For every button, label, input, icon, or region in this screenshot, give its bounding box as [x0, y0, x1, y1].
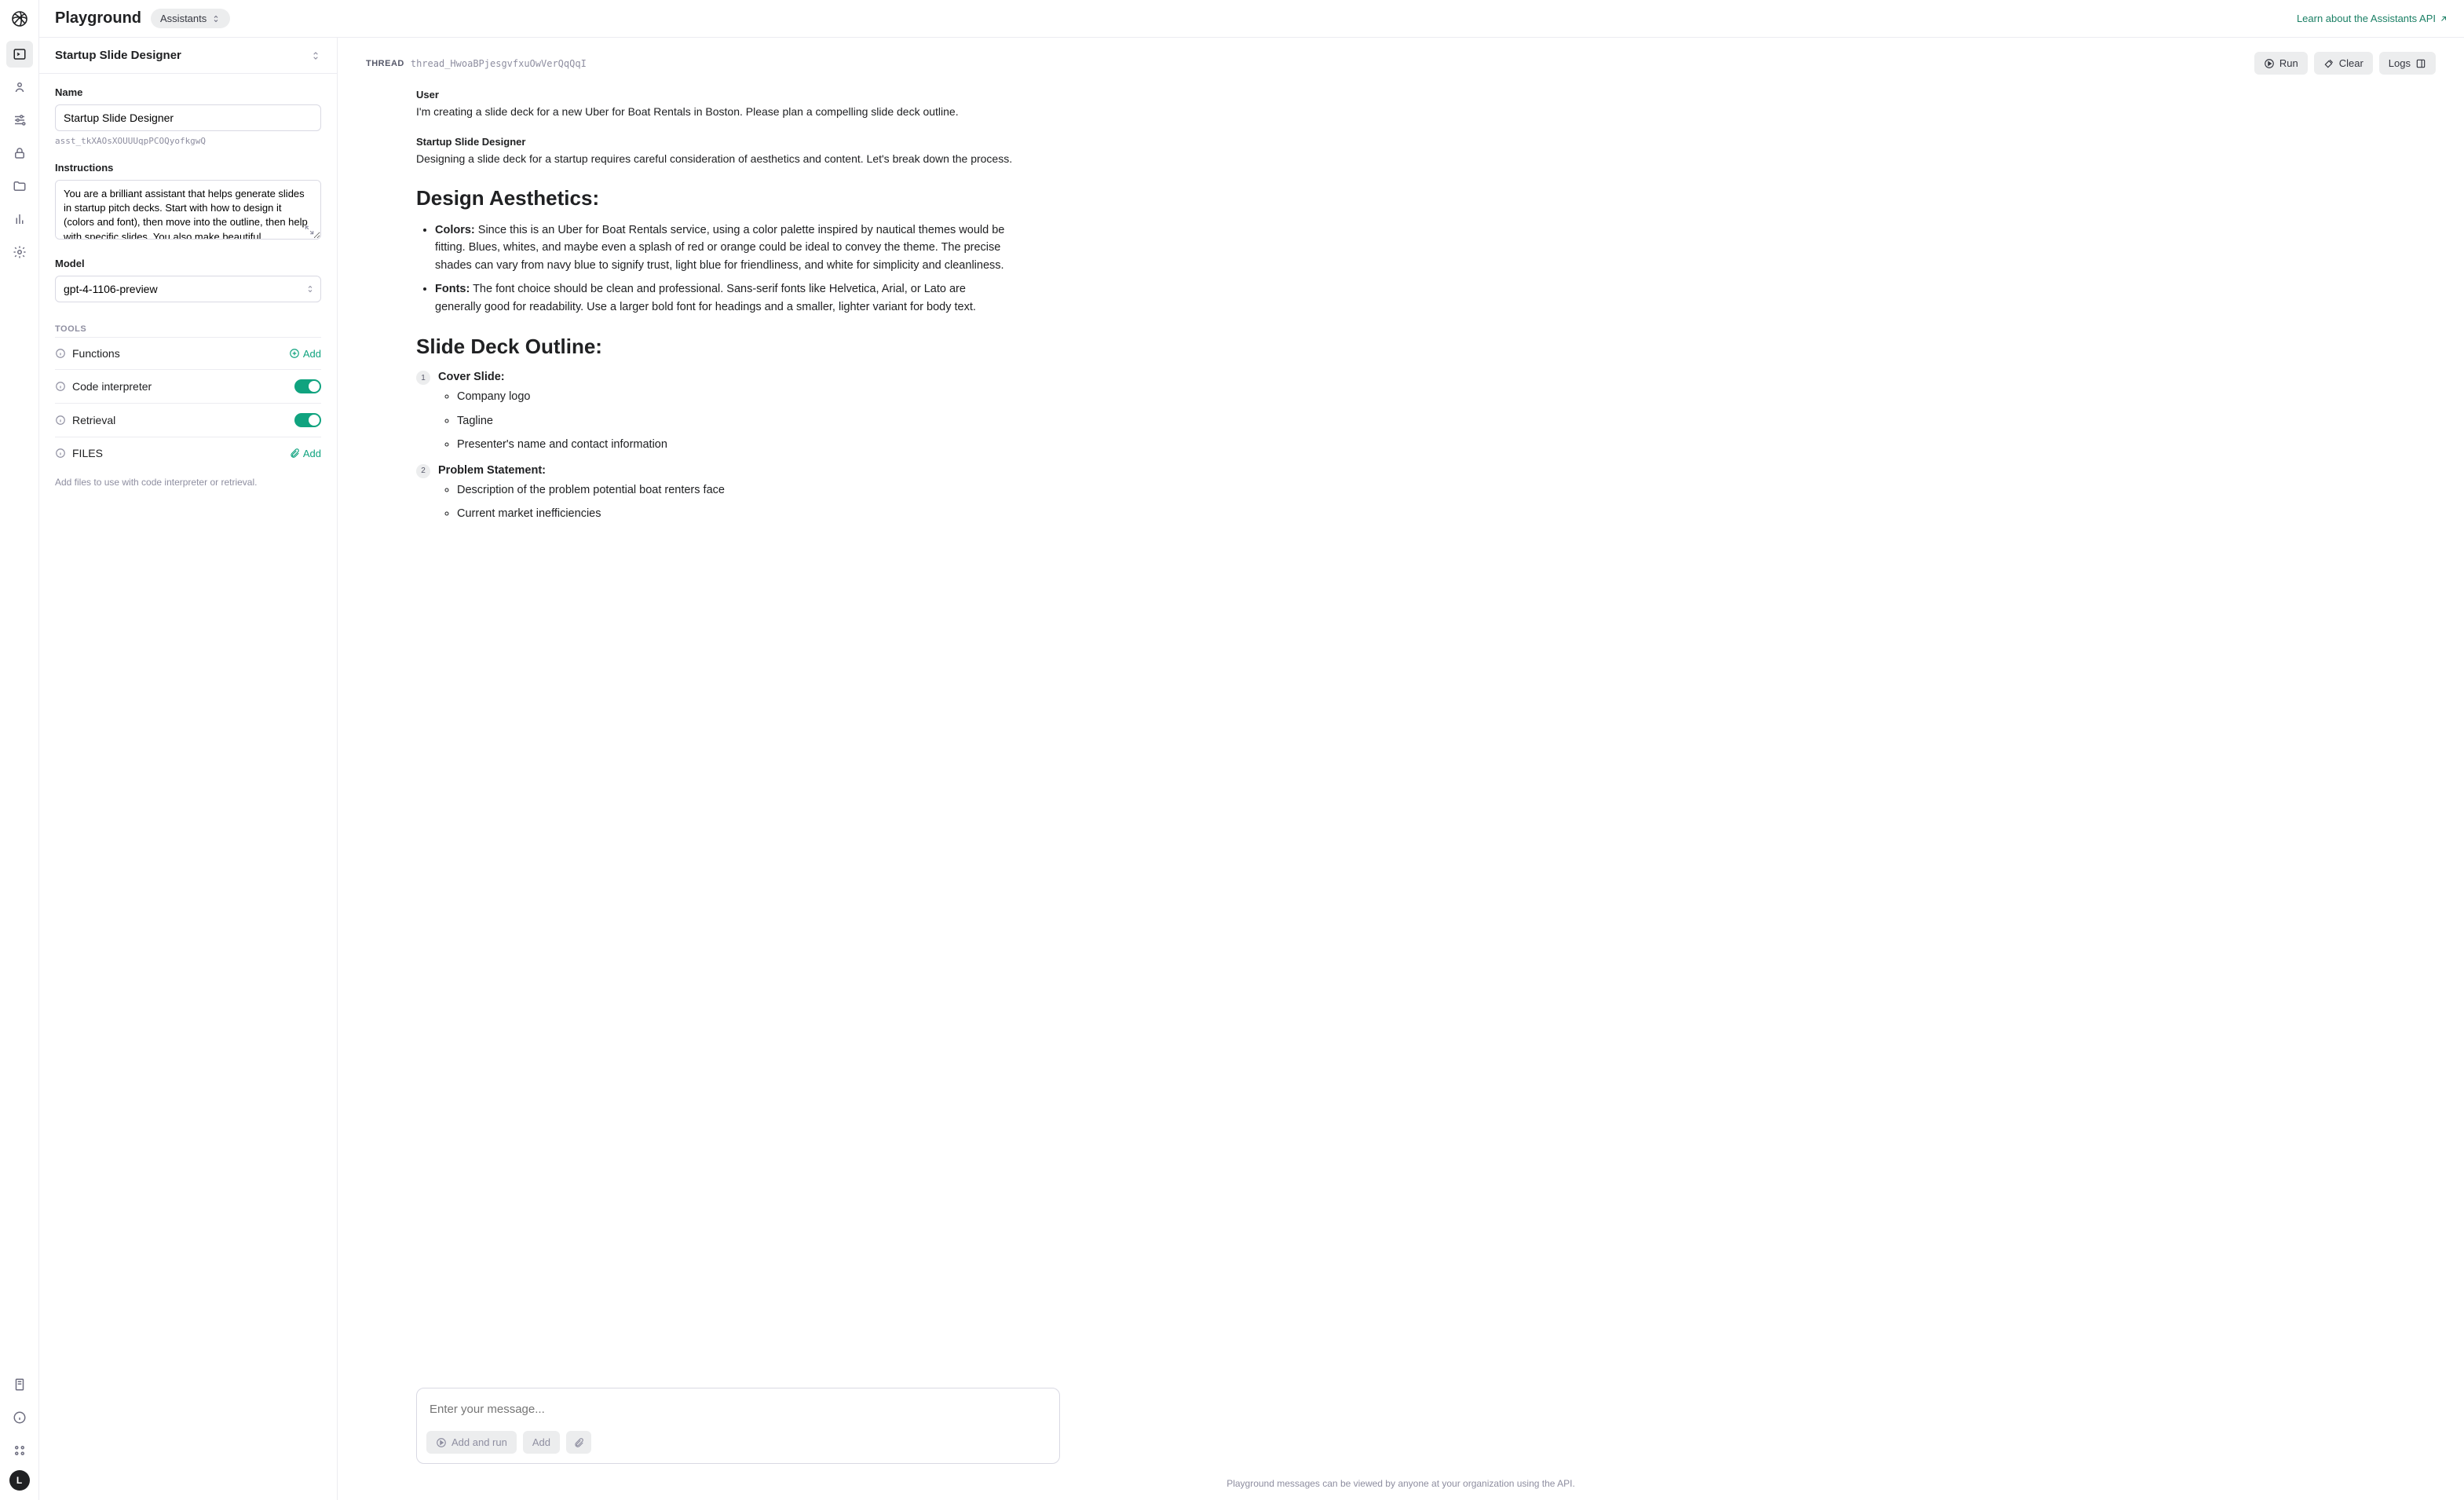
rail-usage-icon[interactable]	[6, 206, 33, 232]
external-link-icon	[2439, 14, 2448, 24]
tool-row-retrieval: Retrieval	[55, 403, 321, 437]
tool-row-files: FILES Add	[55, 437, 321, 469]
fonts-bullet: Fonts: The font choice should be clean a…	[435, 280, 1013, 316]
message-composer: Add and run Add	[416, 1388, 1060, 1464]
rail-help-icon[interactable]	[6, 1404, 33, 1431]
assistant-intro: Designing a slide deck for a startup req…	[416, 151, 1013, 167]
attach-button[interactable]	[566, 1431, 591, 1454]
chevron-updown-icon[interactable]	[310, 50, 321, 61]
add-function-button[interactable]: Add	[289, 348, 321, 360]
left-rail: L	[0, 0, 39, 1500]
tool-row-functions: Functions Add	[55, 337, 321, 369]
openai-logo	[10, 9, 29, 28]
logs-button[interactable]: Logs	[2379, 52, 2436, 75]
thread-label: THREAD	[366, 59, 404, 68]
thread-content: THREAD thread_HwoaBPjesgvfxuOwVerQqQqI R…	[338, 38, 2464, 1500]
page-title: Playground	[55, 9, 141, 27]
tool-row-code-interpreter: Code interpreter	[55, 369, 321, 403]
user-message: User I'm creating a slide deck for a new…	[416, 89, 1013, 120]
assistant-sidebar: Startup Slide Designer Name asst_tkXAOsX…	[39, 38, 338, 1500]
colors-bullet: Colors: Since this is an Uber for Boat R…	[435, 221, 1013, 274]
context-pill[interactable]: Assistants	[151, 9, 230, 28]
learn-link[interactable]: Learn about the Assistants API	[2297, 13, 2448, 24]
thread-id: thread_HwoaBPjesgvfxuOwVerQqQqI	[411, 58, 587, 69]
rail-docs-icon[interactable]	[6, 1371, 33, 1398]
add-button[interactable]: Add	[523, 1431, 560, 1454]
files-label: FILES	[72, 447, 283, 459]
files-hint: Add files to use with code interpreter o…	[55, 477, 321, 488]
add-file-button[interactable]: Add	[289, 448, 321, 459]
model-label: Model	[55, 258, 321, 269]
instructions-textarea[interactable]: You are a brilliant assistant that helps…	[55, 180, 321, 240]
rail-assistants-icon[interactable]	[6, 74, 33, 101]
outline-heading: Slide Deck Outline:	[416, 335, 1013, 359]
rail-lock-icon[interactable]	[6, 140, 33, 166]
design-heading: Design Aesthetics:	[416, 186, 1013, 210]
user-avatar[interactable]: L	[9, 1470, 30, 1491]
assistant-id: asst_tkXAOsXOUUUqpPCOQyofkgwQ	[55, 136, 321, 146]
play-icon	[436, 1437, 447, 1448]
assistant-name-input[interactable]	[55, 104, 321, 131]
assistant-message: Startup Slide Designer Designing a slide…	[416, 136, 1013, 523]
info-icon	[55, 415, 66, 426]
run-button[interactable]: Run	[2254, 52, 2308, 75]
info-icon	[55, 381, 66, 392]
message-input[interactable]	[426, 1398, 1050, 1429]
add-and-run-button[interactable]: Add and run	[426, 1431, 517, 1454]
context-pill-label: Assistants	[160, 13, 207, 24]
code-interpreter-toggle[interactable]	[294, 379, 321, 393]
user-role-label: User	[416, 89, 1013, 101]
retrieval-label: Retrieval	[72, 414, 288, 426]
rail-settings-icon[interactable]	[6, 239, 33, 265]
rail-folder-icon[interactable]	[6, 173, 33, 199]
assistant-header-title: Startup Slide Designer	[55, 49, 181, 62]
functions-label: Functions	[72, 347, 283, 360]
info-icon	[55, 348, 66, 359]
outline-item: 1 Cover Slide: Company logo Tagline Pres…	[416, 370, 1013, 453]
instructions-label: Instructions	[55, 162, 321, 174]
paperclip-icon	[573, 1437, 584, 1448]
clear-button[interactable]: Clear	[2314, 52, 2373, 75]
tools-heading: TOOLS	[55, 324, 321, 334]
rail-playground-icon[interactable]	[6, 41, 33, 68]
code-interpreter-label: Code interpreter	[72, 380, 288, 393]
topbar: Playground Assistants Learn about the As…	[39, 0, 2464, 38]
name-label: Name	[55, 86, 321, 98]
info-icon	[55, 448, 66, 459]
retrieval-toggle[interactable]	[294, 413, 321, 427]
rail-apps-icon[interactable]	[6, 1437, 33, 1464]
chevron-updown-icon	[211, 14, 221, 24]
expand-icon[interactable]	[304, 225, 315, 236]
broom-icon	[2323, 58, 2334, 69]
play-icon	[2264, 58, 2275, 69]
model-select[interactable]	[55, 276, 321, 302]
rail-tune-icon[interactable]	[6, 107, 33, 134]
outline-item: 2 Problem Statement: Description of the …	[416, 463, 1013, 523]
footer-note: Playground messages can be viewed by any…	[338, 1472, 2464, 1500]
panel-icon	[2415, 58, 2426, 69]
user-message-text: I'm creating a slide deck for a new Uber…	[416, 104, 1013, 120]
assistant-role-label: Startup Slide Designer	[416, 136, 1013, 148]
